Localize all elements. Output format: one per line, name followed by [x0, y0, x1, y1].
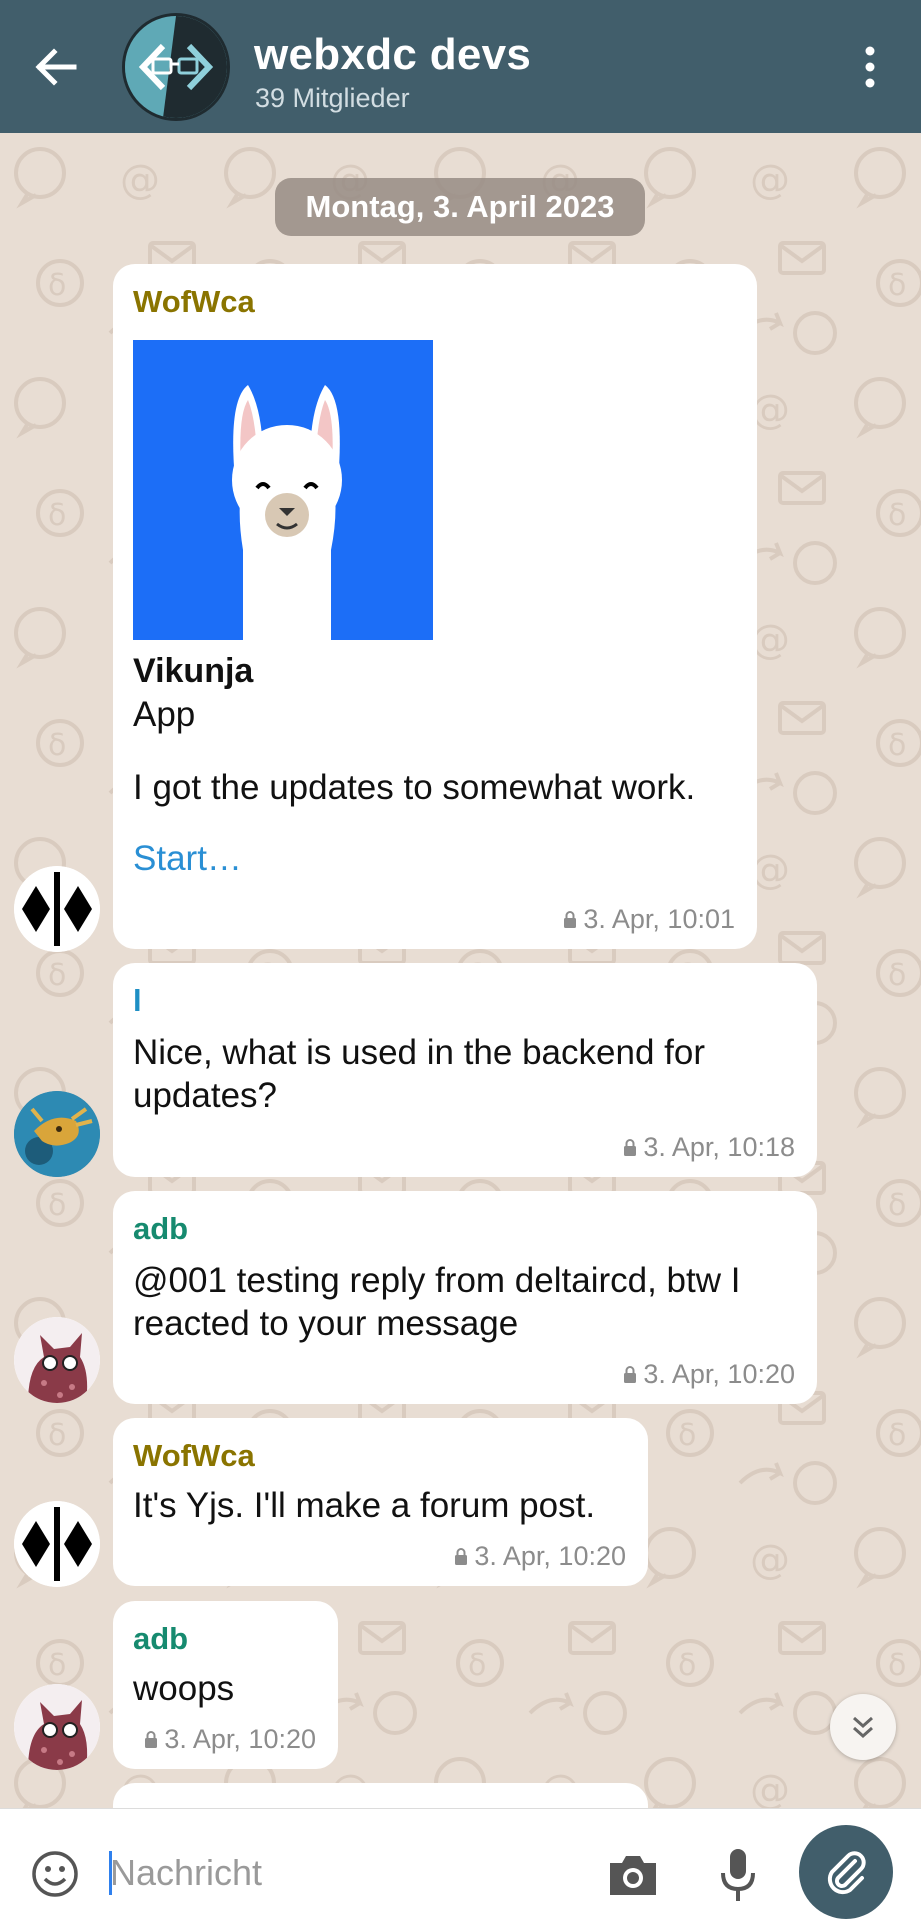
message-meta: 3. Apr, 10:18 [623, 1132, 795, 1163]
lock-icon [624, 1366, 637, 1383]
lock-icon [455, 1548, 468, 1565]
avatar-wofwca[interactable] [14, 1501, 100, 1587]
message-bubble-app[interactable]: WofWca Vikunja App I got the updates to … [113, 264, 757, 949]
emoji-button[interactable] [30, 1849, 80, 1899]
avatar-adb[interactable] [14, 1317, 100, 1403]
sender-name[interactable]: adb [133, 1211, 797, 1247]
message-text: It's Yjs. I'll make a forum post. [133, 1486, 596, 1525]
sender-name[interactable]: WofWca [133, 284, 737, 320]
app-icon[interactable] [133, 340, 433, 640]
app-name: Vikunja [133, 652, 254, 690]
paperclip-icon [827, 1851, 866, 1895]
back-button[interactable] [30, 42, 86, 92]
message-bubble[interactable]: WofWca It's Yjs. I'll make a forum post.… [113, 1418, 648, 1586]
message-time: 3. Apr, 10:20 [474, 1541, 626, 1571]
sender-name[interactable]: adb [133, 1621, 318, 1657]
avatar-cat-icon [14, 1317, 100, 1403]
llama-icon [232, 385, 342, 640]
message-time: 3. Apr, 10:01 [583, 904, 735, 934]
camera-button[interactable] [606, 1851, 660, 1899]
message-input[interactable] [108, 1837, 592, 1909]
message-meta: 3. Apr, 10:20 [454, 1541, 626, 1572]
sender-name[interactable]: WofWca [133, 1438, 628, 1474]
date-separator: Montag, 3. April 2023 [275, 178, 645, 236]
avatar-diamond-pattern-icon [14, 1501, 100, 1587]
microphone-icon [721, 1849, 755, 1901]
member-count: 39 Mitglieder [255, 83, 410, 113]
chevron-double-down-icon [853, 1716, 873, 1739]
lock-icon [564, 911, 577, 928]
avatar-wofwca[interactable] [14, 866, 100, 952]
avatar-diamond-pattern-icon [14, 866, 100, 952]
smiley-icon [32, 1851, 78, 1897]
message-time: 3. Apr, 10:20 [643, 1359, 795, 1389]
chat-header: webxdc devs 39 Mitglieder [0, 0, 921, 133]
more-vertical-icon [865, 46, 875, 88]
message-meta: 3. Apr, 10:20 [623, 1359, 795, 1390]
overflow-menu-button[interactable] [852, 42, 888, 92]
group-avatar[interactable] [122, 13, 230, 121]
avatar-crab-picture-icon [14, 1091, 100, 1177]
lock-icon [145, 1731, 158, 1748]
camera-icon [610, 1856, 656, 1895]
message-bubble[interactable]: adb @001 testing reply from deltaircd, b… [113, 1191, 817, 1404]
sender-name[interactable]: l [133, 983, 797, 1019]
avatar-l[interactable] [14, 1091, 100, 1177]
chat-title[interactable]: webxdc devs [254, 30, 531, 80]
app-type: App [133, 695, 196, 734]
message-time: 3. Apr, 10:20 [164, 1724, 316, 1754]
message-bubble[interactable]: l Nice, what is used in the backend for … [113, 963, 817, 1177]
arrow-left-icon [35, 48, 77, 86]
message-text: Nice, what is used in the backend for up… [133, 1033, 705, 1115]
message-composer [0, 1808, 921, 1930]
text-cursor [109, 1851, 112, 1895]
message-meta: 3. Apr, 10:01 [563, 904, 735, 935]
message-text: @001 testing reply from deltaircd, btw I… [133, 1261, 741, 1343]
lock-icon [624, 1139, 637, 1156]
avatar-cat-icon [14, 1684, 100, 1770]
message-text: I got the updates to somewhat work. [133, 768, 696, 807]
message-meta: 3. Apr, 10:20 [144, 1724, 316, 1755]
message-text: woops [133, 1669, 235, 1708]
attach-button[interactable] [799, 1825, 893, 1919]
message-bubble[interactable]: adb woops 3. Apr, 10:20 [113, 1601, 338, 1769]
webxdc-logo-icon [125, 16, 227, 118]
scroll-to-bottom-button[interactable] [830, 1694, 896, 1760]
start-app-link[interactable]: Start… [133, 839, 737, 879]
avatar-adb[interactable] [14, 1684, 100, 1770]
message-time: 3. Apr, 10:18 [643, 1132, 795, 1162]
voice-message-button[interactable] [718, 1847, 758, 1903]
